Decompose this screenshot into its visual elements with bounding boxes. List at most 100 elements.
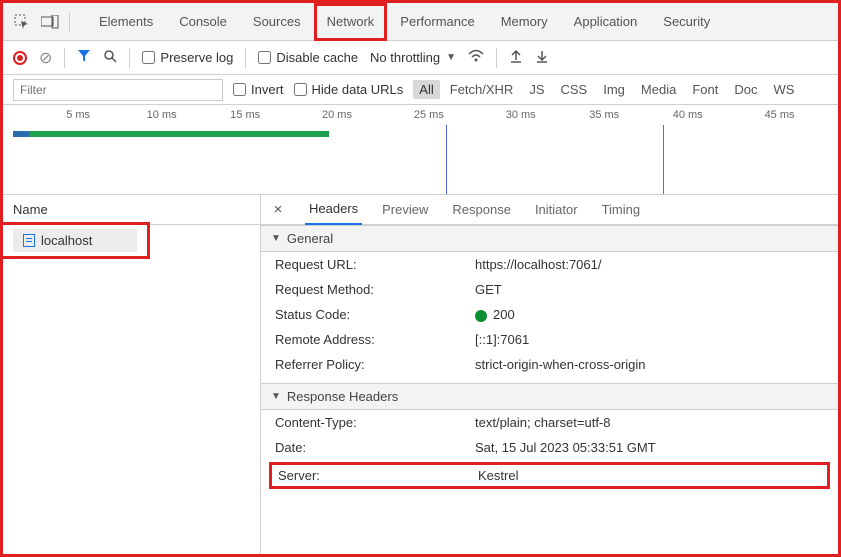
label: Status Code: xyxy=(275,307,475,322)
value: [::1]:7061 xyxy=(475,332,529,347)
filter-js[interactable]: JS xyxy=(523,80,550,99)
disable-cache-input[interactable] xyxy=(258,51,271,64)
row-referrer-policy: Referrer Policy: strict-origin-when-cros… xyxy=(261,352,838,377)
section-title: Response Headers xyxy=(287,389,398,404)
label: Date: xyxy=(275,440,475,455)
disable-cache-checkbox[interactable]: Disable cache xyxy=(258,50,358,65)
separator xyxy=(69,12,70,32)
tab-memory[interactable]: Memory xyxy=(488,3,561,41)
row-date: Date: Sat, 15 Jul 2023 05:33:51 GMT xyxy=(261,435,838,460)
timeline-bars xyxy=(3,125,838,194)
tab-performance[interactable]: Performance xyxy=(387,3,487,41)
tab-security[interactable]: Security xyxy=(650,3,723,41)
timeline-overview[interactable]: 5 ms 10 ms 15 ms 20 ms 25 ms 30 ms 35 ms… xyxy=(3,105,838,195)
request-row[interactable]: localhost xyxy=(13,229,137,252)
resource-type-filters: All Fetch/XHR JS CSS Img Media Font Doc … xyxy=(413,80,800,99)
filter-bar: Invert Hide data URLs All Fetch/XHR JS C… xyxy=(3,75,838,105)
search-icon[interactable] xyxy=(103,49,117,66)
inspect-icon[interactable] xyxy=(13,13,31,31)
separator xyxy=(245,48,246,68)
tab-console[interactable]: Console xyxy=(166,3,240,41)
tick: 10 ms xyxy=(147,109,177,121)
tab-headers[interactable]: Headers xyxy=(305,195,362,225)
filter-font[interactable]: Font xyxy=(686,80,724,99)
detail-tabs: × Headers Preview Response Initiator Tim… xyxy=(261,195,838,225)
filter-all[interactable]: All xyxy=(413,80,439,99)
section-general[interactable]: ▼ General xyxy=(261,225,838,252)
hide-data-urls-checkbox[interactable]: Hide data URLs xyxy=(294,82,404,97)
request-list: Name localhost xyxy=(3,195,261,554)
record-button[interactable] xyxy=(13,51,27,65)
tab-preview[interactable]: Preview xyxy=(378,195,432,225)
tick: 25 ms xyxy=(414,109,444,121)
section-response-headers[interactable]: ▼ Response Headers xyxy=(261,383,838,410)
tick: 15 ms xyxy=(230,109,260,121)
filter-icon[interactable] xyxy=(77,49,91,66)
status-code-value: 200 xyxy=(493,307,515,322)
load-line xyxy=(663,125,664,194)
tab-sources[interactable]: Sources xyxy=(240,3,314,41)
chevron-down-icon: ▼ xyxy=(446,52,456,63)
tab-initiator[interactable]: Initiator xyxy=(531,195,582,225)
wifi-icon[interactable] xyxy=(468,49,484,66)
value: Sat, 15 Jul 2023 05:33:51 GMT xyxy=(475,440,656,455)
timeline-bar xyxy=(29,131,329,137)
throttling-value: No throttling xyxy=(370,50,440,65)
tab-response[interactable]: Response xyxy=(448,195,515,225)
row-status-code: Status Code: 200 xyxy=(261,302,838,327)
tab-application[interactable]: Application xyxy=(561,3,651,41)
server-row-highlight: Server: Kestrel xyxy=(269,462,830,489)
tab-timing[interactable]: Timing xyxy=(598,195,645,225)
filter-doc[interactable]: Doc xyxy=(728,80,763,99)
label: Request URL: xyxy=(275,257,475,272)
document-icon xyxy=(23,234,35,247)
label: Remote Address: xyxy=(275,332,475,347)
filter-fetch-xhr[interactable]: Fetch/XHR xyxy=(444,80,520,99)
tick: 45 ms xyxy=(765,109,795,121)
preserve-log-input[interactable] xyxy=(142,51,155,64)
preserve-log-label: Preserve log xyxy=(160,50,233,65)
upload-icon[interactable] xyxy=(509,49,523,66)
disclosure-triangle-icon: ▼ xyxy=(271,391,281,402)
filter-ws[interactable]: WS xyxy=(767,80,800,99)
separator xyxy=(496,48,497,68)
separator xyxy=(64,48,65,68)
invert-checkbox[interactable]: Invert xyxy=(233,82,284,97)
value: GET xyxy=(475,282,502,297)
download-icon[interactable] xyxy=(535,49,549,66)
row-server: Server: Kestrel xyxy=(272,465,827,486)
tab-elements[interactable]: Elements xyxy=(86,3,166,41)
filter-img[interactable]: Img xyxy=(597,80,631,99)
tab-network[interactable]: Network xyxy=(314,3,388,41)
hide-data-urls-input[interactable] xyxy=(294,83,307,96)
value: https://localhost:7061/ xyxy=(475,257,601,272)
tick: 5 ms xyxy=(66,109,90,121)
label: Content-Type: xyxy=(275,415,475,430)
disable-cache-label: Disable cache xyxy=(276,50,358,65)
request-name: localhost xyxy=(41,233,92,248)
row-remote-address: Remote Address: [::1]:7061 xyxy=(261,327,838,352)
filter-input[interactable] xyxy=(13,79,223,101)
filter-media[interactable]: Media xyxy=(635,80,682,99)
disclosure-triangle-icon: ▼ xyxy=(271,233,281,244)
preserve-log-checkbox[interactable]: Preserve log xyxy=(142,50,233,65)
close-icon[interactable]: × xyxy=(267,201,289,218)
label: Server: xyxy=(278,468,478,483)
tick: 35 ms xyxy=(589,109,619,121)
label: Request Method: xyxy=(275,282,475,297)
filter-css[interactable]: CSS xyxy=(555,80,594,99)
invert-input[interactable] xyxy=(233,83,246,96)
row-request-url: Request URL: https://localhost:7061/ xyxy=(261,252,838,277)
value: Kestrel xyxy=(478,468,518,483)
throttling-select[interactable]: No throttling ▼ xyxy=(370,50,456,65)
value: 200 xyxy=(475,307,515,322)
hide-data-urls-label: Hide data URLs xyxy=(312,82,404,97)
separator xyxy=(129,48,130,68)
status-dot-icon xyxy=(475,310,487,322)
clear-button[interactable]: ⊘ xyxy=(39,48,52,68)
main-toolbar: Elements Console Sources Network Perform… xyxy=(3,3,838,41)
value: strict-origin-when-cross-origin xyxy=(475,357,646,372)
section-title: General xyxy=(287,231,333,246)
column-header-name[interactable]: Name xyxy=(3,195,260,225)
device-toolbar-icon[interactable] xyxy=(41,13,59,31)
